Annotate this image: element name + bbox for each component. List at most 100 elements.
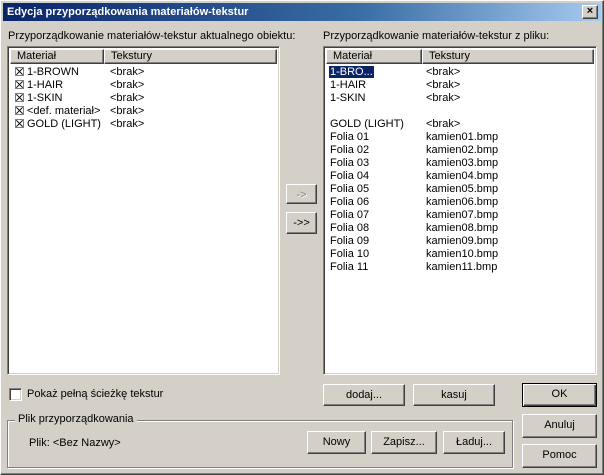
material-name: Folia 04 — [330, 170, 370, 182]
material-cell: 1-SKIN — [10, 92, 106, 105]
transfer-all-button[interactable]: ->> — [286, 212, 317, 234]
right-col-material[interactable]: Materiał — [326, 49, 422, 64]
material-name: 1-SKIN — [27, 92, 63, 104]
material-cell: 1-SKIN — [326, 92, 422, 105]
table-row[interactable]: <def. materiał> <brak> — [10, 105, 277, 118]
material-cell: Folia 08 — [326, 222, 422, 235]
title-bar: Edycja przyporządkowania materiałów-teks… — [3, 3, 601, 21]
material-name: GOLD (LIGHT) — [330, 118, 404, 130]
table-row[interactable]: Folia 05 kamien05.bmp — [326, 183, 594, 196]
left-panel-label: Przyporządkowanie materiałów-tekstur akt… — [8, 30, 296, 42]
new-button[interactable]: Nowy — [307, 431, 366, 454]
save-button[interactable]: Zapisz... — [371, 431, 437, 454]
material-name: Folia 10 — [330, 248, 370, 260]
texture-cell: kamien08.bmp — [426, 222, 499, 234]
material-name: 1-SKIN — [330, 92, 366, 104]
material-cell: <def. materiał> — [10, 105, 106, 118]
material-cell: GOLD (LIGHT) — [10, 118, 106, 131]
texture-cell: <brak> — [110, 92, 145, 104]
material-cell: 1-BROWN — [10, 66, 106, 79]
table-row[interactable]: GOLD (LIGHT) <brak> — [326, 118, 594, 131]
table-row[interactable]: Folia 08 kamien08.bmp — [326, 222, 594, 235]
table-row[interactable]: 1-HAIR <brak> — [10, 79, 277, 92]
material-name: Folia 08 — [330, 222, 370, 234]
texture-cell: <brak> — [426, 118, 461, 130]
material-name: Folia 05 — [330, 183, 370, 195]
table-row[interactable]: 1-HAIR <brak> — [326, 79, 594, 92]
checkbox-checked-icon[interactable] — [15, 106, 24, 115]
ok-button[interactable]: OK — [522, 383, 597, 407]
material-name: 1-HAIR — [330, 79, 367, 91]
texture-cell: <brak> — [110, 79, 145, 91]
material-cell: Folia 01 — [326, 131, 422, 144]
load-button[interactable]: Ładuj... — [443, 431, 505, 454]
table-row[interactable]: 1-BROWN <brak> — [10, 66, 277, 79]
material-cell: Folia 02 — [326, 144, 422, 157]
table-row[interactable]: Folia 11 kamien11.bmp — [326, 261, 594, 274]
help-button[interactable]: Pomoc — [522, 444, 597, 468]
material-name: Folia 09 — [330, 235, 370, 247]
material-name: 1-BRO... — [329, 66, 374, 78]
material-name: Folia 11 — [330, 261, 369, 273]
texture-cell: <brak> — [110, 118, 145, 130]
texture-cell: <brak> — [426, 79, 461, 91]
material-name: Folia 03 — [330, 157, 370, 169]
left-listview-header: Materiał Tekstury — [10, 49, 277, 64]
material-name: 1-HAIR — [27, 79, 64, 91]
table-row[interactable]: Folia 07 kamien07.bmp — [326, 209, 594, 222]
table-row[interactable] — [326, 105, 594, 118]
table-row[interactable]: Folia 06 kamien06.bmp — [326, 196, 594, 209]
texture-cell: kamien06.bmp — [426, 196, 499, 208]
delete-button[interactable]: kasuj — [413, 384, 495, 406]
table-row[interactable]: Folia 03 kamien03.bmp — [326, 157, 594, 170]
dialog-window: Edycja przyporządkowania materiałów-teks… — [0, 0, 604, 475]
transfer-one-button[interactable]: -> — [286, 184, 317, 204]
material-cell: Folia 04 — [326, 170, 422, 183]
left-listview-body: 1-BROWN <brak> 1-HAIR <brak> 1-SKIN <brak> <de… — [10, 66, 277, 372]
left-col-material[interactable]: Materiał — [10, 49, 104, 64]
material-cell — [326, 105, 422, 118]
material-cell: Folia 07 — [326, 209, 422, 222]
material-cell: Folia 05 — [326, 183, 422, 196]
texture-cell — [422, 105, 426, 118]
close-icon[interactable]: × — [582, 5, 598, 19]
checkbox-checked-icon[interactable] — [15, 80, 24, 89]
table-row[interactable]: Folia 10 kamien10.bmp — [326, 248, 594, 261]
table-row[interactable]: GOLD (LIGHT) <brak> — [10, 118, 277, 131]
material-cell: 1-BRO... — [326, 66, 422, 79]
checkbox-checked-icon[interactable] — [15, 119, 24, 128]
right-listview-body: 1-BRO... <brak> 1-HAIR <brak> 1-SKIN <brak> GO… — [326, 66, 594, 372]
table-row[interactable]: 1-BRO... <brak> — [326, 66, 594, 79]
texture-cell: kamien01.bmp — [426, 131, 499, 143]
add-button[interactable]: dodaj... — [323, 384, 405, 406]
texture-cell: kamien10.bmp — [426, 248, 499, 260]
cancel-button[interactable]: Anuluj — [522, 414, 597, 438]
table-row[interactable]: Folia 09 kamien09.bmp — [326, 235, 594, 248]
material-name: Folia 02 — [330, 144, 370, 156]
show-path-checkbox[interactable] — [9, 388, 22, 401]
table-row[interactable]: 1-SKIN <brak> — [326, 92, 594, 105]
material-cell: Folia 09 — [326, 235, 422, 248]
current-object-listview[interactable]: Materiał Tekstury 1-BROWN <brak> 1-HAIR <br… — [7, 46, 280, 375]
material-cell: GOLD (LIGHT) — [326, 118, 422, 131]
texture-cell: kamien04.bmp — [426, 170, 499, 182]
texture-cell: <brak> — [426, 92, 461, 104]
file-listview[interactable]: Materiał Tekstury 1-BRO... <brak> 1-HAIR <b… — [323, 46, 597, 375]
right-col-textures[interactable]: Tekstury — [422, 49, 594, 64]
material-cell: 1-HAIR — [326, 79, 422, 92]
texture-cell: <brak> — [110, 105, 145, 117]
table-row[interactable]: Folia 01 kamien01.bmp — [326, 131, 594, 144]
material-cell: Folia 11 — [326, 261, 422, 274]
texture-cell: kamien07.bmp — [426, 209, 499, 221]
left-col-textures[interactable]: Tekstury — [104, 49, 277, 64]
right-listview-header: Materiał Tekstury — [326, 49, 594, 64]
table-row[interactable]: Folia 04 kamien04.bmp — [326, 170, 594, 183]
material-name: GOLD (LIGHT) — [27, 118, 101, 130]
dialog-title: Edycja przyporządkowania materiałów-teks… — [7, 6, 249, 18]
checkbox-checked-icon[interactable] — [15, 67, 24, 76]
checkbox-checked-icon[interactable] — [15, 93, 24, 102]
texture-cell: kamien02.bmp — [426, 144, 499, 156]
table-row[interactable]: Folia 02 kamien02.bmp — [326, 144, 594, 157]
material-name: <def. materiał> — [27, 105, 101, 117]
table-row[interactable]: 1-SKIN <brak> — [10, 92, 277, 105]
